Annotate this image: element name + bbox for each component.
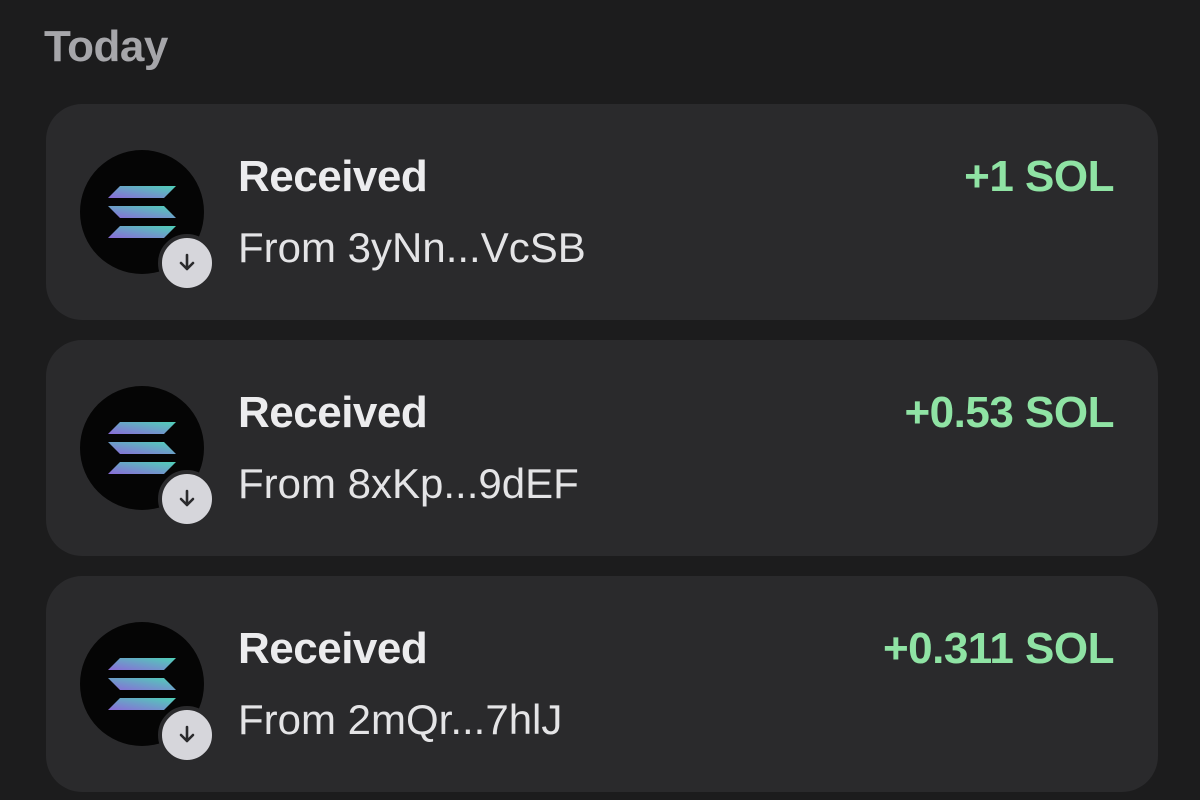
- transaction-title: Received: [238, 152, 428, 201]
- transaction-row[interactable]: Received From 3yNn...VcSB +1 SOL: [46, 104, 1158, 320]
- transaction-sender: From 3yNn...VcSB: [238, 224, 586, 271]
- received-badge: [158, 706, 216, 764]
- transaction-row[interactable]: Received From 8xKp...9dEF +0.53 SOL: [46, 340, 1158, 556]
- token-avatar: [80, 150, 216, 292]
- transaction-title: Received: [238, 388, 428, 437]
- transaction-sender: From 8xKp...9dEF: [238, 460, 579, 507]
- solana-logo-icon: [108, 658, 176, 710]
- received-badge: [158, 234, 216, 292]
- solana-logo-icon: [108, 422, 176, 474]
- transaction-list: Received From 3yNn...VcSB +1 SOL Receive…: [46, 104, 1158, 800]
- token-avatar: [80, 622, 216, 764]
- arrow-down-icon: [179, 253, 195, 271]
- transaction-title: Received: [238, 624, 428, 673]
- section-title-today: Today: [44, 22, 168, 71]
- received-badge: [158, 470, 216, 528]
- transaction-row[interactable]: Received From 2mQr...7hlJ +0.311 SOL: [46, 576, 1158, 792]
- transaction-amount: +0.311 SOL: [882, 624, 1115, 673]
- arrow-down-icon: [179, 489, 195, 507]
- transaction-amount: +1 SOL: [964, 152, 1114, 201]
- arrow-down-icon: [179, 725, 195, 743]
- token-avatar: [80, 386, 216, 528]
- solana-logo-icon: [108, 186, 176, 238]
- transaction-sender: From 2mQr...7hlJ: [238, 696, 563, 743]
- transaction-history-screen: Today Received From 3yNn...VcSB +1 SOL R…: [0, 0, 1200, 800]
- transaction-amount: +0.53 SOL: [904, 388, 1114, 437]
